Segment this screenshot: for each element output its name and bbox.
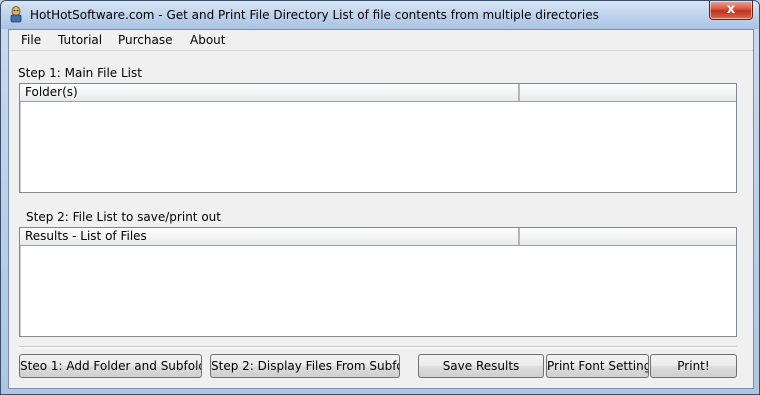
window-title: HotHotSoftware.com - Get and Print File … — [30, 8, 599, 22]
print-button[interactable]: Print! — [650, 354, 737, 378]
close-button[interactable]: x — [709, 1, 753, 20]
divider — [19, 346, 737, 348]
step2-label: Step 2: File List to save/print out — [26, 210, 221, 224]
results-list[interactable]: Results - List of Files — [19, 227, 737, 337]
folder-list[interactable]: Folder(s) — [19, 83, 737, 193]
display-files-button[interactable]: Step 2: Display Files From Subfolders — [210, 354, 400, 378]
close-icon: x — [726, 2, 736, 17]
column-header-folders[interactable]: Folder(s) — [20, 84, 520, 101]
menu-about[interactable]: About — [190, 33, 225, 47]
column-header-blank[interactable] — [520, 228, 736, 245]
app-icon — [10, 6, 22, 23]
menu-file[interactable]: File — [21, 33, 41, 47]
title-bar[interactable]: HotHotSoftware.com - Get and Print File … — [1, 1, 759, 29]
menu-bar: File Tutorial Purchase About — [9, 30, 753, 51]
menu-tutorial[interactable]: Tutorial — [58, 33, 102, 47]
add-folder-button[interactable]: Steo 1: Add Folder and Subfolders — [19, 354, 202, 378]
app-window: HotHotSoftware.com - Get and Print File … — [0, 0, 760, 395]
folder-list-header: Folder(s) — [20, 84, 736, 102]
client-area: File Tutorial Purchase About Step 1: Mai… — [8, 29, 754, 389]
column-header-results[interactable]: Results - List of Files — [20, 228, 520, 245]
menu-purchase[interactable]: Purchase — [118, 33, 173, 47]
print-font-settings-button[interactable]: Print Font Settings... — [546, 354, 649, 378]
column-header-blank[interactable] — [520, 84, 736, 101]
save-results-button[interactable]: Save Results — [418, 354, 544, 378]
step1-label: Step 1: Main File List — [18, 66, 142, 80]
results-list-header: Results - List of Files — [20, 228, 736, 246]
